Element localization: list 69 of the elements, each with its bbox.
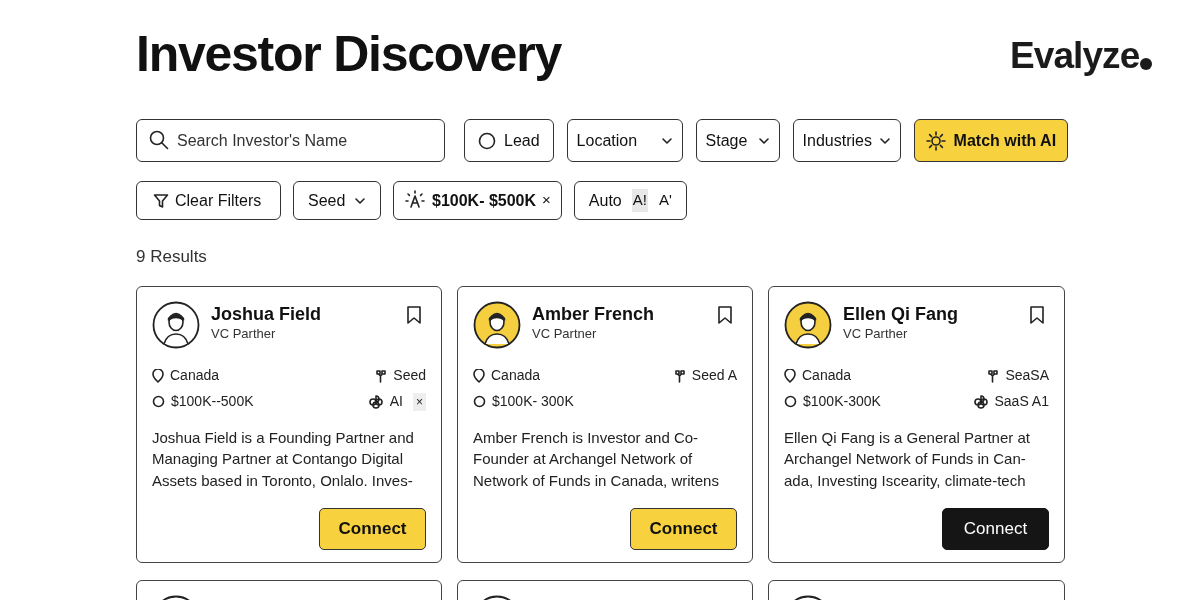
auto-toggle[interactable]: Auto A! A'	[573, 181, 687, 220]
lead-toggle[interactable]: Lead	[464, 119, 554, 162]
bookmark-button[interactable]	[406, 304, 422, 325]
bookmark-icon	[717, 304, 733, 325]
location-text: Canada	[491, 366, 541, 385]
circle-icon	[473, 395, 486, 408]
investor-role: VC Parther	[843, 324, 909, 343]
stage-text: SeaSA	[1005, 366, 1049, 385]
search-field[interactable]: Search Investor's Name	[136, 119, 445, 162]
filter-dropdown[interactable]: Stage	[695, 119, 780, 162]
bookmark-icon	[406, 304, 422, 325]
investor-name: Amber French	[532, 302, 656, 325]
connect-button[interactable]: Connect	[942, 507, 1049, 550]
circle-icon	[152, 395, 165, 408]
industry-text: AI	[389, 392, 403, 411]
avatar-icon	[473, 300, 521, 349]
stage-icon	[672, 368, 686, 383]
stage-icon	[986, 368, 1000, 383]
stage-icon	[374, 368, 388, 383]
avatar-icon	[152, 300, 200, 349]
connect-button[interactable]: Connect	[319, 507, 426, 550]
range-text: $100K-300K	[803, 392, 881, 411]
location-text: Canada	[170, 366, 220, 385]
location-text: Canada	[802, 366, 852, 385]
bookmark-icon	[1029, 304, 1045, 325]
stage-text: Seed A	[691, 366, 737, 385]
chevron-down-icon	[757, 136, 770, 145]
match-ai-button[interactable]: Match with AI	[913, 119, 1069, 162]
industry-text: SaaS A1	[994, 392, 1049, 411]
investor-bio: Amber French is Investor and Co-Founder at Archangel Network of Network of Funds in Canada, writens	[473, 427, 720, 491]
filter-dropdown[interactable]: Location	[566, 119, 683, 162]
range-text: $100K- 300K	[492, 392, 574, 411]
auto-label: Auto	[588, 190, 622, 211]
investor-bio: Ellen Qi Fang is a General Partner at Archangel Network of Funds in Can-ada, Investing Iscearity, climate-tech	[784, 427, 1031, 491]
location-pin-icon	[473, 368, 485, 383]
investor-name: Ellen Qi Fang	[843, 302, 959, 325]
filter-dropdown[interactable]: Seed	[293, 181, 381, 220]
chevron-down-icon	[878, 136, 891, 145]
filter-icon	[153, 192, 169, 209]
circle-icon	[784, 395, 797, 408]
chevron-down-icon	[660, 136, 673, 145]
chevron-down-icon	[354, 196, 366, 205]
investor-role: VC Partner	[532, 324, 598, 343]
investor-role: VC Parther	[211, 324, 277, 343]
range-text: $100K--500K	[171, 392, 254, 411]
logo[interactable]: Evalyze	[1010, 36, 1140, 76]
font-option[interactable]: A!	[631, 189, 648, 212]
stage-text: Seed	[393, 366, 426, 385]
filter-dropdown[interactable]: Industries	[792, 119, 901, 162]
location-pin-icon	[784, 368, 796, 383]
remove-button[interactable]: ×	[413, 392, 426, 411]
filter-chip-label: $100K- $500K	[432, 190, 537, 211]
font-option[interactable]: A'	[657, 189, 673, 212]
investor-bio: Joshua Field is a Founding Partner and Managing Partner at Contango Digital Assets based in Toronto, Onlalo. Inves-	[152, 427, 415, 491]
clover-icon	[367, 393, 384, 410]
remove-button[interactable]: ×	[542, 189, 551, 212]
page-title: Investor Discovery	[136, 25, 561, 84]
location-pin-icon	[152, 368, 164, 383]
sun-icon	[925, 130, 946, 151]
bookmark-button[interactable]	[1029, 304, 1045, 325]
connect-button[interactable]: Connect	[630, 507, 737, 550]
avatar-icon	[784, 300, 832, 349]
search-icon	[149, 130, 169, 150]
bookmark-button[interactable]	[717, 304, 733, 325]
logo-dot-icon	[1140, 58, 1153, 70]
clear-filters-button[interactable]: Clear Filters	[136, 181, 281, 220]
clover-icon	[972, 393, 989, 410]
investor-name: Joshua Field	[211, 302, 323, 325]
results-count: 9 Results	[136, 246, 208, 268]
